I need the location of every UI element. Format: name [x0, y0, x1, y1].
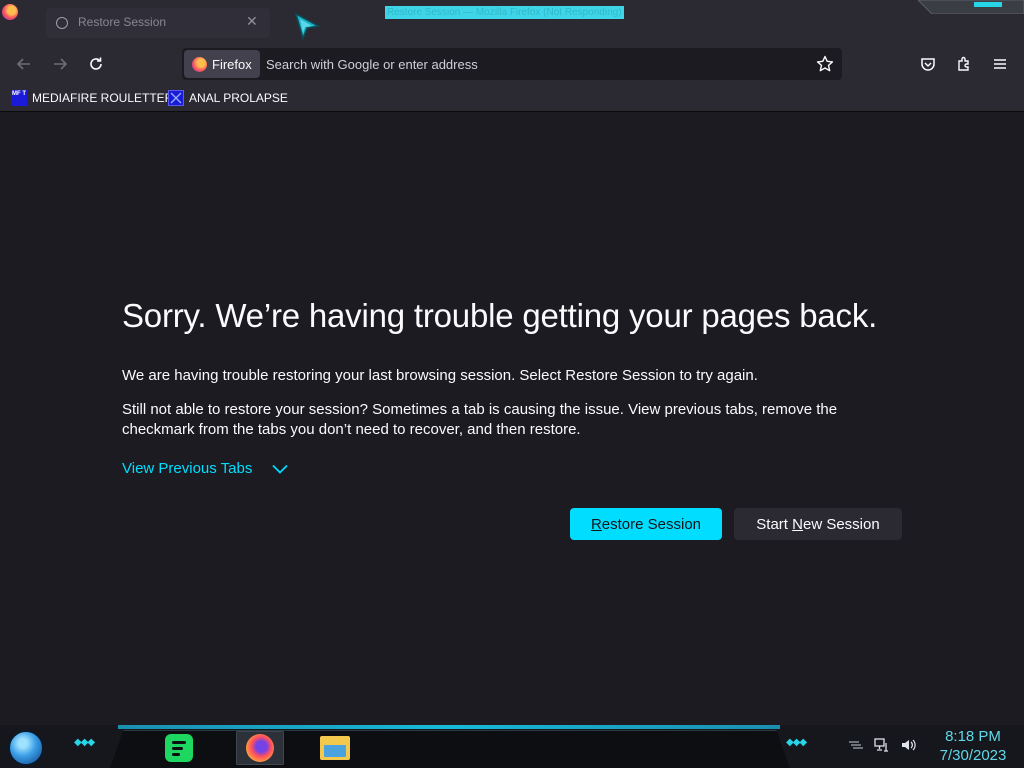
firefox-app-icon — [2, 4, 18, 20]
back-button[interactable] — [10, 50, 38, 78]
reload-icon — [90, 57, 102, 70]
extensions-button[interactable] — [950, 50, 978, 78]
restore-description: We are having trouble restoring your las… — [122, 367, 758, 384]
navigation-toolbar: Firefox — [0, 44, 1024, 84]
hamburger-menu-icon — [994, 59, 1006, 69]
forward-button[interactable] — [46, 50, 74, 78]
button-label-start: Start — [756, 515, 793, 533]
accesskey-n: N — [792, 515, 803, 533]
tab-info-icon — [56, 17, 68, 29]
accesskey-r: R — [590, 515, 602, 533]
address-bar[interactable]: Firefox — [182, 48, 842, 80]
title-bar: Restore Session ✕ Restore Session — Mozi… — [0, 0, 1024, 44]
view-previous-tabs-toggle[interactable]: View Previous Tabs — [122, 460, 288, 477]
back-arrow-icon — [16, 58, 30, 70]
taskbar: ◆◆◆ ◆◆◆ 8:18 PM 7/30/2023 — [0, 725, 1024, 768]
view-previous-tabs-label: View Previous Tabs — [122, 460, 253, 477]
firefox-icon — [246, 734, 274, 762]
puzzle-piece-icon — [958, 56, 969, 71]
page-title: Sorry. We’re having trouble getting your… — [122, 297, 878, 334]
taskbar-clock[interactable]: 8:18 PM 7/30/2023 — [930, 727, 1016, 765]
bookmarks-toolbar: MF T MEDIAFIRE ROULETTER ANAL PROLAPSE — [0, 84, 1024, 112]
bookmark-mediafire-rouletter[interactable]: MF T MEDIAFIRE ROULETTER — [11, 89, 173, 107]
firefox-logo-icon — [192, 56, 207, 72]
clock-time: 8:18 PM — [945, 728, 1001, 745]
button-label-end: ew Session — [802, 515, 880, 533]
identity-box[interactable]: Firefox — [184, 50, 260, 78]
forward-arrow-icon — [54, 58, 68, 70]
identity-label: Firefox — [212, 56, 252, 72]
pocket-icon — [921, 58, 935, 71]
tab-title: Restore Session — [78, 15, 167, 29]
taskbar-spotify[interactable] — [160, 731, 198, 765]
taskbar-glow-strip — [118, 725, 780, 729]
restore-help-text: Still not able to restore your session? … — [122, 401, 838, 438]
tray-overflow-icon[interactable] — [848, 739, 864, 751]
pocket-button[interactable] — [914, 50, 942, 78]
restore-session-button[interactable]: Restore Session — [570, 508, 722, 540]
network-icon[interactable] — [874, 737, 890, 753]
chevron-down-icon — [272, 464, 288, 474]
volume-icon[interactable] — [900, 737, 916, 753]
system-tray — [848, 737, 916, 753]
bookmark-label: MEDIAFIRE ROULETTER — [32, 91, 174, 105]
bookmark-label: ANAL PROLAPSE — [189, 91, 288, 105]
button-label: estore Session — [601, 515, 702, 533]
url-input[interactable] — [266, 48, 806, 80]
bookmark-anal-prolapse[interactable]: ANAL PROLAPSE — [168, 89, 288, 107]
window-frame-decoration — [918, 0, 1024, 14]
session-restore-page: Sorry. We’re having trouble getting your… — [0, 113, 1024, 725]
start-button[interactable] — [8, 730, 44, 766]
taskbar-app-area — [110, 730, 790, 768]
x-box-icon — [168, 90, 184, 106]
decor-chevrons-left: ◆◆◆ — [74, 737, 95, 748]
mouse-cursor-icon — [294, 12, 320, 40]
app-menu-button[interactable] — [986, 50, 1014, 78]
bookmark-star-icon[interactable] — [816, 55, 834, 73]
taskbar-file-explorer[interactable] — [316, 731, 354, 765]
reload-button[interactable] — [82, 50, 110, 78]
decor-chevrons-right: ◆◆◆ — [786, 737, 807, 748]
window-title: Restore Session — Mozilla Firefox (Not R… — [385, 6, 624, 19]
taskbar-firefox[interactable] — [236, 731, 284, 765]
spotify-icon — [165, 734, 193, 762]
start-new-session-button[interactable]: Start New Session — [734, 508, 902, 540]
clock-date: 7/30/2023 — [939, 747, 1007, 764]
file-explorer-icon — [320, 736, 350, 760]
mft-icon: MF T — [11, 90, 27, 106]
tab-close-icon[interactable]: ✕ — [246, 13, 258, 30]
